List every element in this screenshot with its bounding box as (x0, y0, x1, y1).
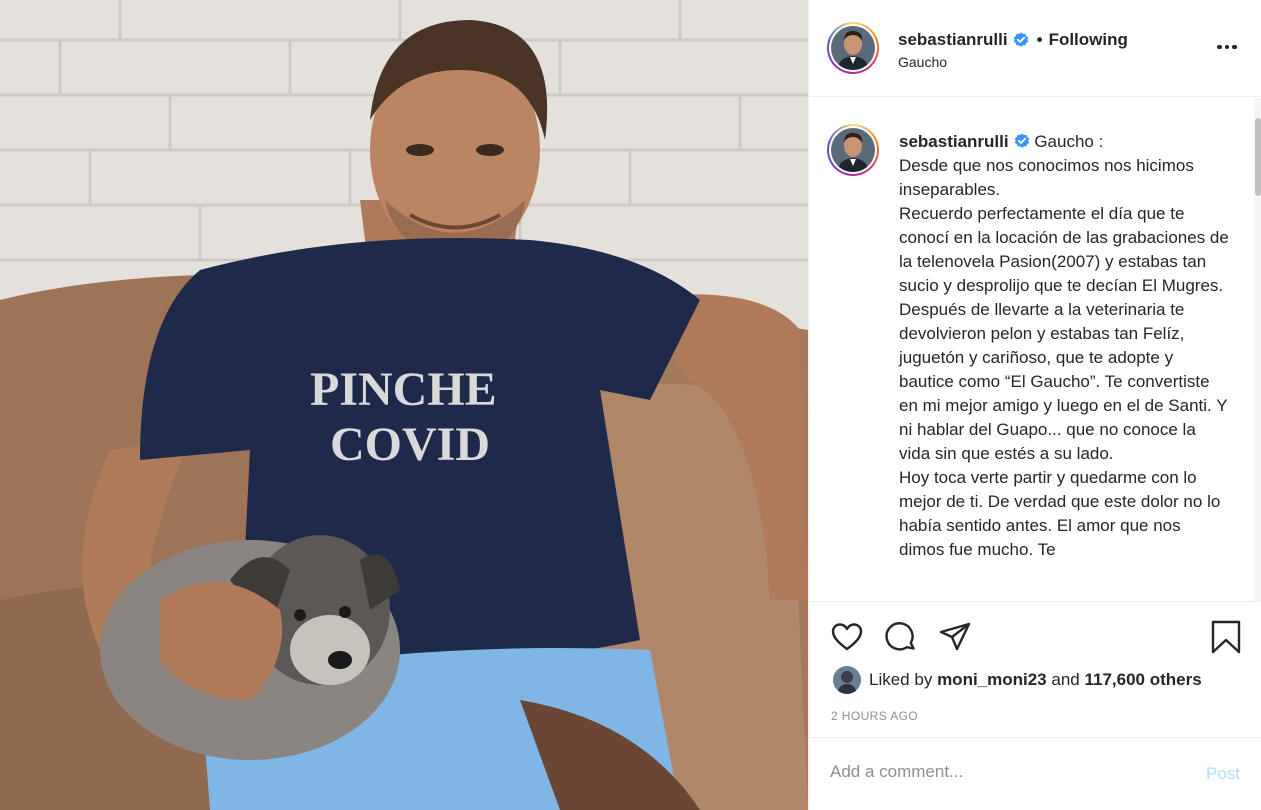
comment-icon[interactable] (884, 620, 918, 654)
post-photo-illustration: PINCHE COVID (0, 0, 808, 810)
caption-author-avatar[interactable] (827, 124, 879, 176)
location-link[interactable]: Gaucho (898, 54, 947, 70)
share-icon[interactable] (938, 620, 972, 654)
comment-input[interactable] (830, 762, 1180, 782)
add-comment-bar: Post (809, 737, 1261, 810)
caption-scrollbar-thumb[interactable] (1255, 118, 1261, 196)
post-actions: Liked by moni_moni23 and 117,600 others … (809, 601, 1261, 753)
post-timestamp[interactable]: 2 HOURS AGO (831, 709, 918, 723)
avatar-image (831, 128, 875, 172)
caption-scroll-area[interactable]: sebastianrulli Gaucho : Desde que nos co… (809, 98, 1261, 601)
caption-username-link[interactable]: sebastianrulli (899, 132, 1009, 151)
post-comment-button[interactable]: Post (1206, 764, 1240, 784)
post-photo[interactable]: PINCHE COVID (0, 0, 808, 810)
following-button[interactable]: Following (1049, 30, 1128, 50)
likes-summary: Liked by moni_moni23 and 117,600 others (833, 666, 1202, 694)
likes-count-link[interactable]: 117,600 others (1085, 670, 1202, 690)
svg-text:COVID: COVID (330, 418, 490, 471)
liker-username-link[interactable]: moni_moni23 (937, 670, 1047, 690)
bookmark-icon[interactable] (1209, 620, 1243, 654)
liked-by-prefix: Liked by (869, 670, 933, 689)
post-caption: sebastianrulli Gaucho : Desde que nos co… (899, 130, 1229, 562)
caption-text: Gaucho : Desde que nos conocimos nos hic… (899, 132, 1229, 559)
avatar-image (831, 26, 875, 70)
liked-by-and: and (1051, 670, 1080, 689)
author-avatar[interactable] (827, 22, 879, 74)
header-username-row: sebastianrulli • Following (898, 30, 1128, 50)
verified-badge-icon (1014, 133, 1029, 148)
svg-text:PINCHE: PINCHE (310, 363, 497, 416)
post-side-panel: sebastianrulli • Following Gaucho sebast… (808, 0, 1261, 810)
caption-scrollbar[interactable] (1254, 98, 1261, 601)
post-header: sebastianrulli • Following Gaucho (809, 0, 1261, 97)
author-username-link[interactable]: sebastianrulli (898, 30, 1008, 50)
liker-avatar[interactable] (833, 666, 861, 694)
verified-badge-icon (1013, 32, 1028, 47)
separator-dot: • (1036, 30, 1043, 49)
heart-icon[interactable] (830, 620, 864, 654)
more-options-icon[interactable] (1217, 40, 1239, 54)
